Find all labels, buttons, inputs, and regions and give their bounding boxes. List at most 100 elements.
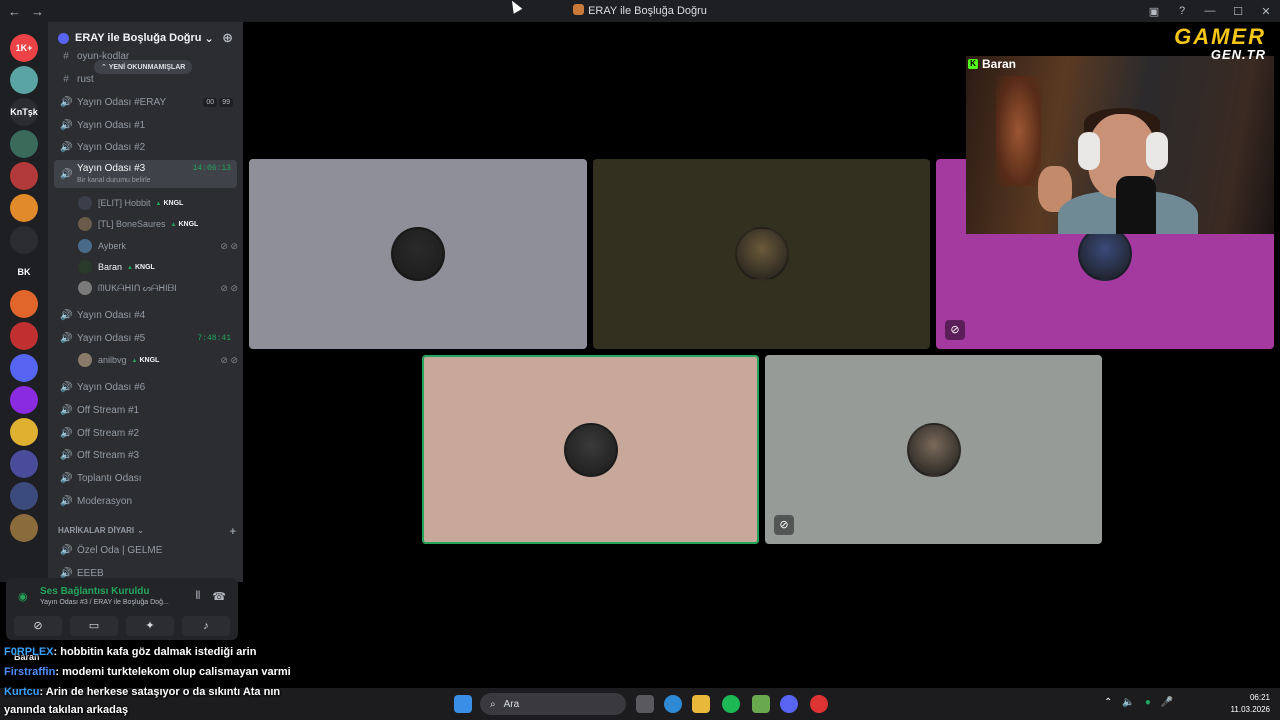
speaker-icon: 🔊 — [60, 544, 73, 556]
voice-user[interactable]: anilbvg KNGL ⊘ ⊘ — [78, 351, 238, 369]
camera-off-icon: ⊘ — [945, 320, 965, 340]
channel-status[interactable]: Bir kanal durumu belirle — [77, 177, 151, 184]
close-button[interactable]: ✕ — [1252, 5, 1280, 18]
server-icon[interactable] — [10, 322, 38, 350]
screen-share-icon[interactable]: ▭ — [70, 616, 118, 636]
participant-tile[interactable]: ⊘ — [765, 355, 1102, 544]
participant-tile[interactable] — [422, 355, 759, 544]
voice-channel[interactable]: 🔊 Moderasyon — [54, 491, 237, 511]
channel-name: Özel Oda | GELME — [77, 544, 163, 556]
server-icon[interactable] — [10, 226, 38, 254]
server-icon[interactable] — [10, 66, 38, 94]
clock[interactable]: 06:21 11.03.2026 — [1231, 692, 1270, 716]
taskbar-search[interactable]: ⌕ Ara — [480, 693, 626, 715]
voice-channel[interactable]: 🔊 Off Stream #1 — [54, 400, 237, 420]
help-icon[interactable]: ? — [1168, 5, 1196, 17]
server-icon[interactable] — [10, 162, 38, 190]
server-icon[interactable] — [10, 354, 38, 382]
voice-channel[interactable]: 🔊 Yayın Odası #6 — [54, 377, 237, 397]
avatar — [78, 239, 92, 253]
voice-user-name: [TL] BoneSaures — [98, 219, 166, 229]
voice-channel[interactable]: 🔊 Off Stream #3 — [54, 445, 237, 465]
inbox-icon[interactable]: ▣ — [1140, 5, 1168, 18]
forward-arrow-icon[interactable]: → — [31, 4, 44, 19]
channel-name: Off Stream #2 — [77, 427, 140, 439]
server-icon[interactable] — [10, 130, 38, 158]
kick-icon: K — [968, 59, 978, 69]
search-icon: ⌕ — [490, 698, 496, 710]
microphone-icon[interactable]: 🎤 — [1161, 697, 1173, 708]
server-icon[interactable] — [10, 482, 38, 510]
voice-channel[interactable]: 🔊 Yayın Odası #4 — [54, 305, 237, 325]
server-icon[interactable]: KnTşk — [10, 98, 38, 126]
voice-channel-path[interactable]: Yayın Odası #3 / ERAY ile Boşluğa Doğ... — [40, 599, 169, 606]
muted-deafened-icon: ⊘ ⊘ — [220, 282, 238, 293]
channel-name: Yayın Odası #1 — [77, 119, 146, 131]
voice-channel[interactable]: 🔊 Off Stream #2 — [54, 423, 237, 443]
chat-message: Firstraffin: modemi turktelekom olup cal… — [4, 666, 291, 678]
minimize-button[interactable]: — — [1196, 5, 1224, 17]
server-icon[interactable]: 1K+ — [10, 34, 38, 62]
server-icon[interactable] — [10, 194, 38, 222]
voice-channel[interactable]: 🔊 Yayın Odası #2 — [54, 137, 237, 157]
server-icon[interactable] — [10, 418, 38, 446]
file-explorer-icon[interactable] — [692, 695, 710, 713]
noise-suppression-icon[interactable]: ⦀ — [195, 590, 200, 603]
app-icon[interactable] — [810, 695, 828, 713]
avatar — [78, 196, 92, 210]
muted-deafened-icon: ⊘ ⊘ — [220, 354, 238, 365]
server-icon[interactable] — [10, 290, 38, 318]
hashtag-icon: # — [63, 73, 69, 85]
participant-avatar — [563, 422, 618, 477]
voice-user[interactable]: [TL] BoneSaures KNGL — [78, 215, 238, 233]
category-harikalar[interactable]: HARİKALAR DİYARI ⌄ + — [58, 526, 236, 538]
participant-tile[interactable] — [249, 159, 587, 349]
voice-connection-panel: ◉ Ses Bağlantısı Kuruldu Yayın Odası #3 … — [6, 578, 238, 640]
voice-channel[interactable]: 🔊 Toplantı Odası — [54, 468, 237, 488]
channel-name: Toplantı Odası — [77, 472, 142, 484]
voice-user[interactable]: Ayberk ⊘ ⊘ — [78, 237, 238, 255]
spotify-icon[interactable] — [722, 695, 740, 713]
disconnect-icon[interactable]: ☎ — [212, 590, 226, 603]
voice-channel[interactable]: 🔊 Yayın Odası #ERAY 00 99 — [54, 92, 237, 112]
server-icon[interactable]: BK — [10, 258, 38, 286]
status-dot-icon: ● — [1144, 697, 1151, 708]
server-icon[interactable] — [10, 450, 38, 478]
system-tray: ⌃ 🔈 ● 🎤 — [1104, 697, 1173, 708]
discord-icon[interactable] — [780, 695, 798, 713]
voice-user[interactable]: [ELIT] Hobbit KNGL — [78, 194, 238, 212]
add-channel-icon[interactable]: + — [230, 526, 236, 538]
avatar — [78, 217, 92, 231]
windows-start-icon[interactable] — [454, 695, 472, 713]
participant-avatar — [391, 227, 445, 281]
participant-avatar — [906, 422, 961, 477]
person-add-icon[interactable]: ⊕ — [222, 30, 233, 46]
voice-user[interactable]: Baran KNGL — [78, 258, 238, 276]
camera-off-icon[interactable]: ⊘ — [14, 616, 62, 636]
server-icon[interactable] — [10, 514, 38, 542]
soundboard-icon[interactable]: ♪ — [182, 616, 230, 636]
activity-icon[interactable]: ✦ — [126, 616, 174, 636]
nvidia-icon[interactable] — [752, 695, 770, 713]
task-view-icon[interactable] — [636, 695, 654, 713]
title-bar: ← → ERAY ile Boşluğa Doğru ▣ ? — ☐ ✕ — [0, 0, 1280, 22]
voice-status[interactable]: Ses Bağlantısı Kuruldu — [40, 586, 149, 597]
back-arrow-icon[interactable]: ← — [8, 4, 21, 19]
chat-message: F0RPLEX: hobbitin kafa göz dalmak istedi… — [4, 646, 257, 658]
voice-channel[interactable]: 🔊 Özel Oda | GELME — [54, 540, 237, 560]
voice-channel[interactable]: 🔊 Yayın Odası #5 7:48:41 — [54, 328, 237, 348]
voice-channel[interactable]: 🔊 Yayın Odası #1 — [54, 115, 237, 135]
voice-user[interactable]: ᗰᑌKᗩᕼIᑎ ᔕᗩᕼIᗷI ⊘ ⊘ — [78, 279, 238, 297]
new-unreads-pill[interactable]: ⌃ YENİ OKUNMAMIŞLAR — [94, 60, 193, 74]
maximize-button[interactable]: ☐ — [1224, 5, 1252, 18]
channel-name: Off Stream #1 — [77, 404, 140, 416]
participant-tile[interactable] — [593, 159, 930, 349]
edge-icon[interactable] — [664, 695, 682, 713]
speaker-icon: 🔊 — [60, 119, 73, 131]
speaker-icon: 🔊 — [60, 567, 73, 579]
server-icon[interactable] — [10, 386, 38, 414]
participant-avatar — [734, 227, 789, 281]
volume-icon[interactable]: 🔈 — [1122, 697, 1134, 708]
camera-off-icon: ⊘ — [774, 515, 794, 535]
chevron-up-icon[interactable]: ⌃ — [1104, 697, 1112, 708]
